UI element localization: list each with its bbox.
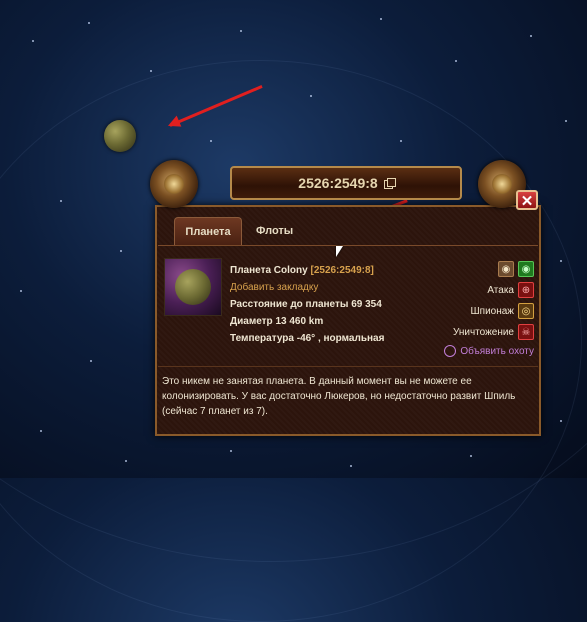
spy-icon[interactable]: ◎ (518, 303, 534, 319)
planet-details: Планета Colony [2526:2549:8] Добавить за… (230, 262, 384, 347)
tab-fleets[interactable]: Флоты (242, 217, 307, 245)
planet-coords-link[interactable]: [2526:2549:8] (310, 265, 373, 276)
destroy-label[interactable]: Уничтожение (453, 327, 514, 338)
declare-hunt-link[interactable]: Объявить охоту (412, 345, 534, 357)
spy-label[interactable]: Шпионаж (470, 306, 514, 317)
temperature-text: Температура -46° , нормальная (230, 333, 385, 344)
hunt-label[interactable]: Объявить охоту (460, 346, 534, 357)
ornament-left (150, 160, 198, 208)
planet-image (175, 269, 211, 305)
planet-name: Планета Colony (230, 265, 308, 276)
tab-bar: Планета Флоты (174, 217, 307, 245)
tab-planet[interactable]: Планета (174, 217, 242, 245)
copy-icon[interactable] (383, 178, 396, 189)
coordinates-header: 2526:2549:8 (230, 166, 462, 200)
close-button[interactable]: ✕ (516, 190, 538, 210)
add-bookmark-link[interactable]: Добавить закладку (230, 279, 384, 296)
actions-panel: ◉ ◉ Атака ⊕ Шпионаж ◎ Уничтожение ☠ Объя… (412, 261, 534, 357)
planet-thumbnail (164, 258, 222, 316)
diameter-text: Диаметр 13 460 km (230, 316, 324, 327)
attack-action[interactable]: Атака ⊕ (412, 282, 534, 298)
planet-description: Это никем не занятая планета. В данный м… (162, 376, 516, 417)
spy-action[interactable]: Шпионаж ◎ (412, 303, 534, 319)
crosshair-icon (444, 345, 457, 357)
attack-label[interactable]: Атака (487, 285, 514, 296)
target-icon[interactable]: ⊕ (518, 282, 534, 298)
coordinates-title: 2526:2549:8 (298, 175, 378, 191)
planet-in-space[interactable] (104, 120, 136, 152)
skull-icon[interactable]: ☠ (518, 324, 534, 340)
tab-divider (158, 245, 538, 246)
destroy-action[interactable]: Уничтожение ☠ (412, 324, 534, 340)
eye-icon[interactable]: ◉ (498, 261, 514, 277)
distance-text: Расстояние до планеты 69 354 (230, 299, 382, 310)
mouse-cursor (336, 246, 343, 257)
description-divider (158, 366, 538, 367)
green-eye-icon[interactable]: ◉ (518, 261, 534, 277)
